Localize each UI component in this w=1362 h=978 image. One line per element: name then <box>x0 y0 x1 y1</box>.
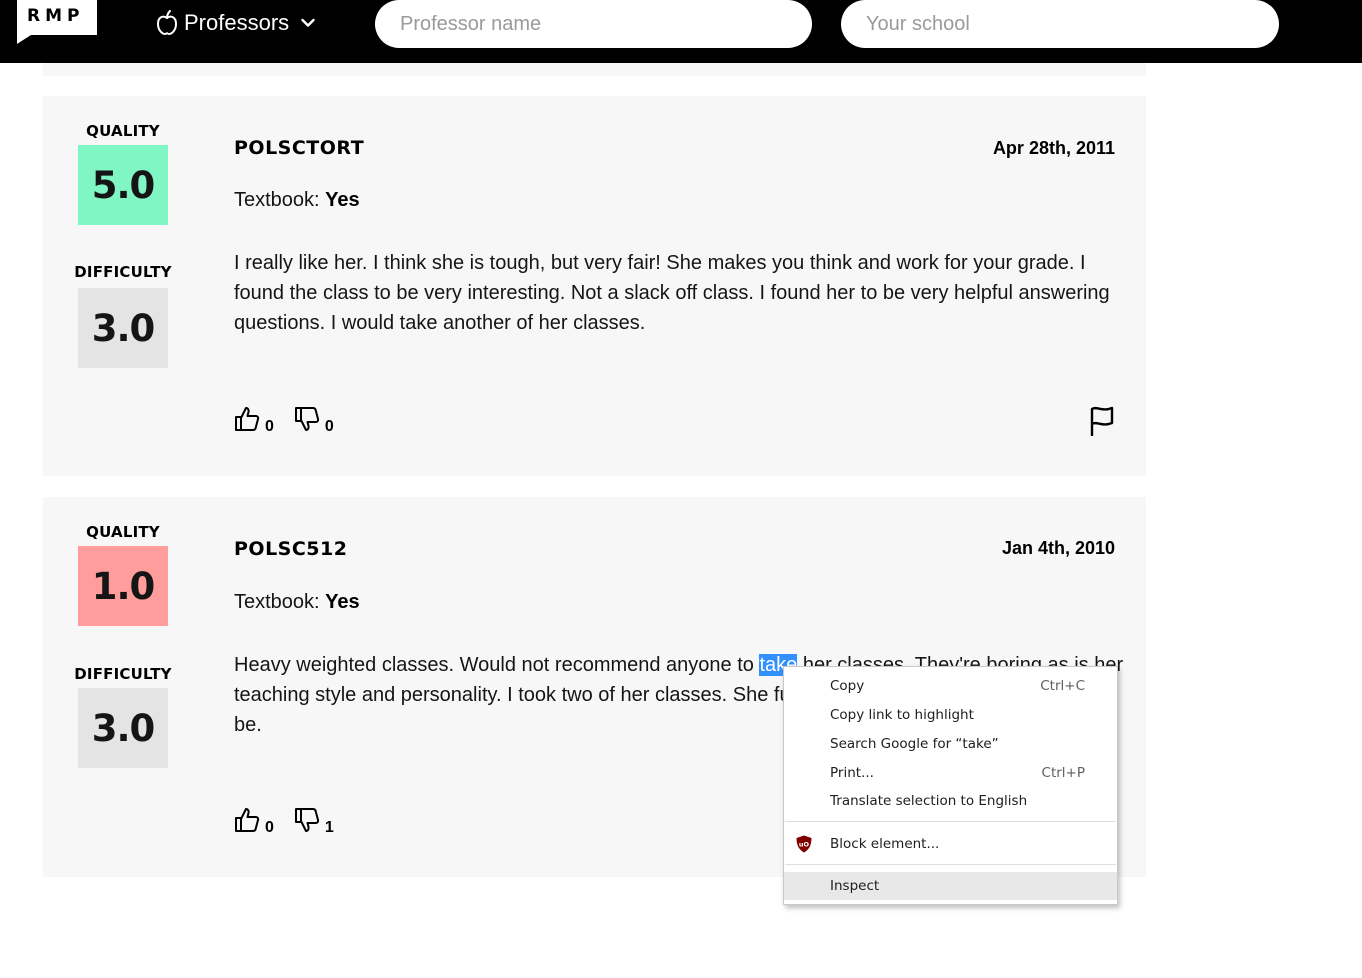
textbook-info: Textbook: Yes <box>234 189 360 212</box>
difficulty-label: DIFFICULTY <box>74 263 172 281</box>
rating-card: QUALITY 5.0 DIFFICULTY 3.0 POLSCTORT Apr… <box>43 96 1146 476</box>
thumbs-up-count: 0 <box>265 819 274 836</box>
ublock-origin-icon: uO <box>796 835 812 853</box>
professors-dropdown[interactable]: Professors <box>156 8 315 38</box>
top-nav-bar: RMP Professors <box>0 0 1362 63</box>
apple-icon <box>156 10 178 36</box>
inspect-label: Inspect <box>830 878 880 894</box>
quality-label: QUALITY <box>86 523 160 541</box>
context-menu-block-element[interactable]: uO Block element... <box>784 830 1117 858</box>
previous-rating-card <box>43 63 1146 76</box>
logo-text: RMP <box>27 6 85 26</box>
difficulty-label: DIFFICULTY <box>74 665 172 683</box>
menu-separator <box>785 864 1116 865</box>
thumbs-up-icon <box>235 407 260 431</box>
context-menu-copy-link[interactable]: Copy link to highlight <box>784 701 1117 729</box>
rmp-logo[interactable]: RMP <box>17 0 97 35</box>
professors-label: Professors <box>184 10 290 35</box>
menu-separator <box>785 821 1116 822</box>
textbook-value: Yes <box>325 591 360 613</box>
difficulty-score: 3.0 <box>78 688 168 768</box>
thumbs-down-count: 1 <box>324 819 334 836</box>
textbook-value: Yes <box>325 189 360 211</box>
school-search-input[interactable] <box>841 0 1279 48</box>
course-code: POLSC512 <box>234 538 348 560</box>
thumbs-down-icon <box>294 407 320 431</box>
thumbs-up-icon <box>235 808 260 832</box>
textbook-info: Textbook: Yes <box>234 591 360 614</box>
rating-date: Apr 28th, 2011 <box>992 138 1115 158</box>
rating-date: Jan 4th, 2010 <box>1001 538 1115 558</box>
search-google-label: Search Google for “take” <box>830 736 999 752</box>
copy-shortcut: Ctrl+C <box>1040 678 1085 694</box>
difficulty-score: 3.0 <box>78 288 168 368</box>
flag-icon[interactable] <box>1089 406 1115 436</box>
thumbs-up-button[interactable]: 0 <box>234 406 274 435</box>
vote-buttons: 0 1 <box>234 807 354 836</box>
rating-comment: I really like her. I think she is tough,… <box>234 252 1110 334</box>
translate-label: Translate selection to English <box>830 793 1028 809</box>
quality-label: QUALITY <box>86 122 160 140</box>
textbook-label: Textbook: <box>234 189 326 211</box>
print-shortcut: Ctrl+P <box>1041 765 1085 781</box>
thumbs-up-count: 0 <box>265 418 274 435</box>
context-menu-translate[interactable]: Translate selection to English <box>784 787 1117 815</box>
chevron-down-icon <box>301 18 315 27</box>
svg-text:uO: uO <box>799 841 810 849</box>
copy-label: Copy <box>830 678 865 694</box>
print-label: Print... <box>830 765 874 781</box>
thumbs-down-count: 0 <box>324 418 334 435</box>
quality-score: 1.0 <box>78 546 168 626</box>
block-element-label: Block element... <box>830 836 940 852</box>
quality-score: 5.0 <box>78 145 168 225</box>
textbook-label: Textbook: <box>234 591 326 613</box>
thumbs-down-icon <box>294 808 320 832</box>
comment-text: Heavy weighted classes. Would not recomm… <box>234 654 760 676</box>
context-menu-copy[interactable]: Copy Ctrl+C <box>784 672 1117 700</box>
context-menu: Copy Ctrl+C Copy link to highlight Searc… <box>783 666 1118 905</box>
vote-buttons: 0 0 <box>234 406 354 435</box>
thumbs-down-button[interactable]: 1 <box>294 807 334 836</box>
context-menu-inspect[interactable]: Inspect <box>784 872 1117 900</box>
context-menu-search-google[interactable]: Search Google for “take” <box>784 730 1117 758</box>
thumbs-down-button[interactable]: 0 <box>294 406 334 435</box>
thumbs-up-button[interactable]: 0 <box>234 807 274 836</box>
course-code: POLSCTORT <box>234 137 365 159</box>
context-menu-print[interactable]: Print... Ctrl+P <box>784 759 1117 787</box>
professor-name-search-input[interactable] <box>375 0 812 48</box>
copy-link-label: Copy link to highlight <box>830 707 974 723</box>
logo-speech-tail <box>17 35 31 44</box>
